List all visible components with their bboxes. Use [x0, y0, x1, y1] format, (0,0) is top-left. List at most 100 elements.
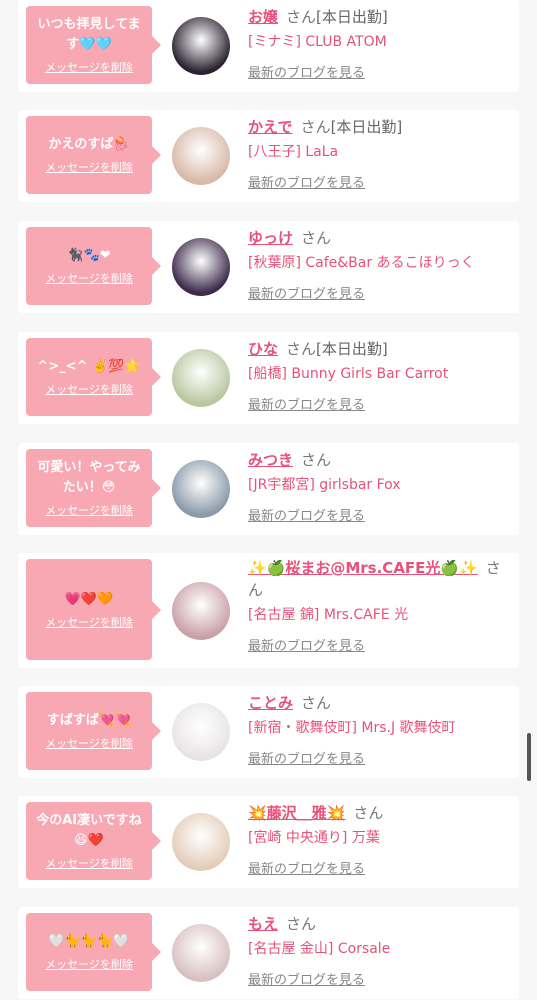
list-item: 今のAI凄いですね😆❤️ メッセージを削除 💥藤沢＿雅💥 さん [宮崎 中央通り]…: [18, 796, 519, 888]
profile-info: ひな さん[本日出勤] [船橋] Bunny Girls Bar Carrot 最…: [248, 338, 513, 413]
profile-name-link[interactable]: かえで: [248, 118, 293, 136]
profile-name-link[interactable]: ゆっけ: [248, 229, 293, 247]
list-item: 💗❤️🧡 メッセージを削除 ✨🍏桜まお@Mrs.CAFE光🍏✨ さん [名古屋 錦…: [18, 553, 519, 668]
latest-blog-link[interactable]: 最新のブログを見る: [248, 394, 365, 413]
message-bubble: 🤍🐈🐈🐈🤍 メッセージを削除: [26, 913, 161, 991]
latest-blog-link[interactable]: 最新のブログを見る: [248, 505, 365, 524]
san-label: さん: [300, 118, 331, 136]
avatar[interactable]: [172, 460, 230, 518]
latest-blog-link[interactable]: 最新のブログを見る: [248, 858, 365, 877]
shop-label: [八王子] LaLa: [248, 144, 339, 160]
delete-message-link[interactable]: メッセージを削除: [45, 59, 133, 75]
profile-info: お嬢 さん[本日出勤] [ミナミ] CLUB ATOM 最新のブログを見る: [248, 6, 513, 81]
message-text: ^>_<^ ✌️💯🌟: [37, 359, 141, 374]
shop-label: [名古屋 金山] Corsale: [248, 941, 391, 957]
list-item: かえのすば🪼 メッセージを削除 かえで さん[本日出勤] [八王子] LaLa 最…: [18, 110, 519, 202]
message-bubble: 可愛い！やってみたい！😳 メッセージを削除: [26, 449, 161, 527]
avatar[interactable]: [172, 813, 230, 871]
profile-name-link[interactable]: ことみ: [248, 694, 293, 712]
profile-name-link[interactable]: ひな: [248, 340, 278, 358]
profile-name-link[interactable]: もえ: [248, 915, 278, 933]
name-row: かえで さん[本日出勤]: [248, 116, 513, 138]
message-bubble: いつも拝見してます🩵🩵 メッセージを削除: [26, 6, 161, 84]
message-text: いつも拝見してます🩵🩵: [37, 17, 141, 52]
profile-info: ことみ さん [新宿・歌舞伎町] Mrs.J 歌舞伎町 最新のブログを見る: [248, 692, 513, 767]
status-label: [本日出勤]: [330, 118, 403, 136]
message-text: 可愛い！やってみたい！😳: [37, 460, 141, 495]
name-row: ゆっけ さん: [248, 227, 513, 249]
shop-label: [秋葉原] Cafe&Bar あるこほりっく: [248, 255, 475, 271]
shop-label: [新宿・歌舞伎町] Mrs.J 歌舞伎町: [248, 720, 456, 736]
scrollbar[interactable]: [527, 733, 531, 781]
name-row: みつき さん: [248, 449, 513, 471]
shop-label: [ミナミ] CLUB ATOM: [248, 34, 387, 50]
avatar[interactable]: [172, 17, 230, 75]
list-item: すばすば💘💘 メッセージを削除 ことみ さん [新宿・歌舞伎町] Mrs.J 歌舞…: [18, 686, 519, 778]
latest-blog-link[interactable]: 最新のブログを見る: [248, 62, 365, 81]
avatar[interactable]: [172, 349, 230, 407]
shop-label: [名古屋 錦] Mrs.CAFE 光: [248, 607, 409, 623]
list-item: いつも拝見してます🩵🩵 メッセージを削除 お嬢 さん[本日出勤] [ミナミ] CL…: [18, 0, 519, 92]
latest-blog-link[interactable]: 最新のブログを見る: [248, 635, 365, 654]
avatar[interactable]: [172, 924, 230, 982]
delete-message-link[interactable]: メッセージを削除: [45, 381, 133, 397]
message-bubble: すばすば💘💘 メッセージを削除: [26, 692, 161, 770]
message-text: 今のAI凄いですね😆❤️: [36, 813, 142, 848]
status-label: [本日出勤]: [316, 340, 388, 358]
profile-info: ✨🍏桜まお@Mrs.CAFE光🍏✨ さん [名古屋 錦] Mrs.CAFE 光 最…: [248, 557, 513, 654]
delete-message-link[interactable]: メッセージを削除: [45, 735, 133, 751]
latest-blog-link[interactable]: 最新のブログを見る: [248, 748, 365, 767]
shop-label: [JR宇都宮] girlsbar Fox: [248, 477, 401, 493]
name-row: ことみ さん: [248, 692, 513, 714]
san-label: さん: [301, 451, 332, 469]
delete-message-link[interactable]: メッセージを削除: [45, 270, 133, 286]
latest-blog-link[interactable]: 最新のブログを見る: [248, 172, 365, 191]
name-row: ひな さん[本日出勤]: [248, 338, 513, 360]
profile-name-link[interactable]: お嬢: [248, 8, 278, 26]
message-bubble: ^>_<^ ✌️💯🌟 メッセージを削除: [26, 338, 161, 416]
profile-info: 💥藤沢＿雅💥 さん [宮崎 中央通り] 万葉 最新のブログを見る: [248, 802, 513, 877]
profile-info: ゆっけ さん [秋葉原] Cafe&Bar あるこほりっく 最新のブログを見る: [248, 227, 513, 302]
avatar[interactable]: [172, 703, 230, 761]
latest-blog-link[interactable]: 最新のブログを見る: [248, 969, 365, 988]
message-bubble: 🐈‍⬛🐾❤ メッセージを削除: [26, 227, 161, 305]
list-item: 🤍🐈🐈🐈🤍 メッセージを削除 もえ さん [名古屋 金山] Corsale 最新の…: [18, 907, 519, 999]
name-row: ✨🍏桜まお@Mrs.CAFE光🍏✨ さん: [248, 557, 513, 601]
shop-label: [宮崎 中央通り] 万葉: [248, 830, 380, 846]
avatar[interactable]: [172, 127, 230, 185]
profile-info: もえ さん [名古屋 金山] Corsale 最新のブログを見る: [248, 913, 513, 988]
message-bubble: 今のAI凄いですね😆❤️ メッセージを削除: [26, 802, 161, 880]
avatar[interactable]: [172, 238, 230, 296]
san-label: さん: [286, 8, 317, 26]
delete-message-link[interactable]: メッセージを削除: [45, 855, 133, 871]
delete-message-link[interactable]: メッセージを削除: [45, 956, 133, 972]
profile-info: かえで さん[本日出勤] [八王子] LaLa 最新のブログを見る: [248, 116, 513, 191]
san-label: さん: [301, 229, 332, 247]
avatar[interactable]: [172, 582, 230, 640]
shop-label: [船橋] Bunny Girls Bar Carrot: [248, 366, 449, 382]
delete-message-link[interactable]: メッセージを削除: [45, 159, 133, 175]
name-row: もえ さん: [248, 913, 513, 935]
delete-message-link[interactable]: メッセージを削除: [45, 502, 133, 518]
message-bubble: 💗❤️🧡 メッセージを削除: [26, 559, 161, 660]
list-item: 可愛い！やってみたい！😳 メッセージを削除 みつき さん [JR宇都宮] girl…: [18, 443, 519, 535]
name-row: お嬢 さん[本日出勤]: [248, 6, 513, 28]
latest-blog-link[interactable]: 最新のブログを見る: [248, 283, 365, 302]
message-text: 🐈‍⬛🐾❤: [67, 248, 111, 263]
message-text: かえのすば🪼: [48, 137, 130, 152]
san-label: さん: [301, 694, 332, 712]
profile-name-link[interactable]: ✨🍏桜まお@Mrs.CAFE光🍏✨: [248, 559, 478, 577]
profile-name-link[interactable]: みつき: [248, 451, 293, 469]
name-row: 💥藤沢＿雅💥 さん: [248, 802, 513, 824]
san-label: さん: [286, 340, 317, 358]
status-label: [本日出勤]: [316, 8, 388, 26]
message-text: すばすば💘💘: [46, 713, 132, 728]
profile-name-link[interactable]: 💥藤沢＿雅💥: [248, 804, 345, 822]
san-label: さん: [286, 915, 317, 933]
message-text: 🤍🐈🐈🐈🤍: [48, 934, 130, 949]
message-text: 💗❤️🧡: [64, 591, 114, 607]
delete-message-link[interactable]: メッセージを削除: [45, 614, 133, 630]
message-bubble: かえのすば🪼 メッセージを削除: [26, 116, 161, 194]
san-label: さん: [353, 804, 384, 822]
profile-info: みつき さん [JR宇都宮] girlsbar Fox 最新のブログを見る: [248, 449, 513, 524]
